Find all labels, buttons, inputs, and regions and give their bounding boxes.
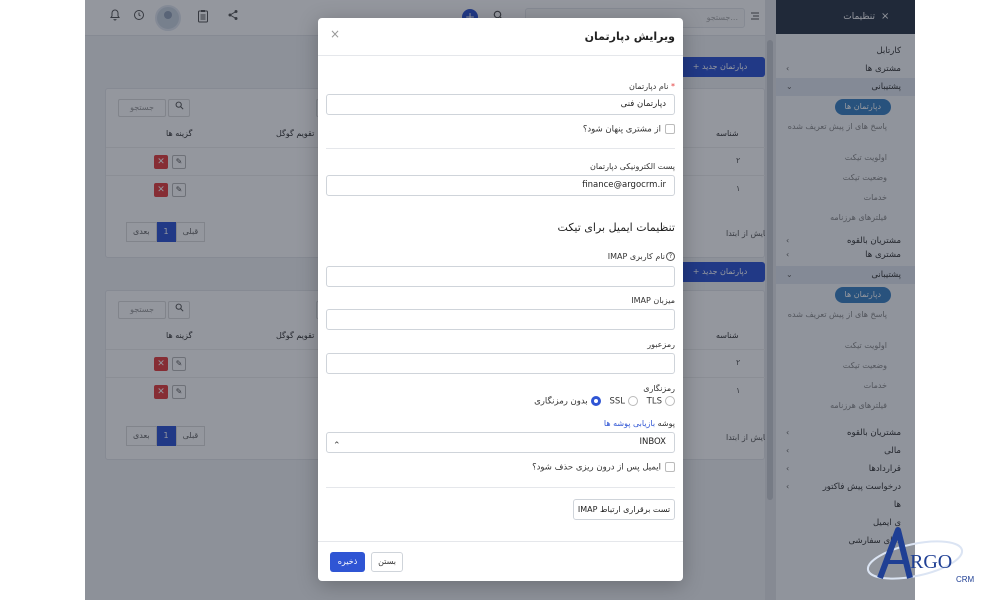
dept-name-label-text: نام دپارتمان (629, 82, 669, 91)
imap-user-label: ?نام کاربری IMAP (608, 252, 675, 261)
radio-label: TLS (646, 396, 662, 407)
modal-footer: ذخیره بستن (318, 541, 683, 581)
dept-name-label: * نام دپارتمان (629, 82, 675, 91)
logo-text: RGO (910, 551, 952, 573)
argo-logo: RGO CRM (860, 520, 980, 590)
folder-label-text: پوشه (657, 419, 675, 428)
delete-after-import-checkbox[interactable]: ایمیل پس از درون ریزی حذف شود؟ (532, 462, 675, 473)
imap-host-input[interactable] (326, 309, 675, 330)
encryption-radio-group: TLS SSL بدون رمزنگاری (528, 396, 675, 407)
imap-user-input[interactable] (326, 266, 675, 287)
imap-host-label: میزبان IMAP (631, 296, 675, 305)
help-icon[interactable]: ? (666, 252, 675, 261)
modal-title: ویرایش دپارتمان (584, 30, 675, 43)
checkbox-box[interactable] (665, 462, 675, 472)
hide-from-client-checkbox[interactable]: از مشتری پنهان شود؟ (583, 124, 675, 135)
radio-none[interactable]: بدون رمزنگاری (534, 396, 601, 407)
password-label: رمزعبور (647, 340, 675, 349)
logo-sub: CRM (956, 575, 975, 584)
close-icon[interactable]: × (328, 27, 342, 41)
radio-dot[interactable] (627, 396, 638, 406)
radio-dot[interactable] (665, 396, 675, 406)
chevron-up-icon: ⌃ (333, 441, 341, 451)
checkbox-box[interactable] (665, 124, 675, 134)
checkbox-label: ایمیل پس از درون ریزی حذف شود؟ (532, 462, 661, 473)
test-imap-button[interactable]: تست برقراری ارتباط IMAP (573, 499, 675, 520)
edit-department-modal: ویرایش دپارتمان × * نام دپارتمان دپارتما… (318, 18, 683, 581)
radio-ssl[interactable]: SSL (609, 396, 638, 407)
modal-header: ویرایش دپارتمان × (318, 18, 683, 56)
radio-label: SSL (609, 396, 625, 407)
password-input[interactable] (326, 353, 675, 374)
close-button[interactable]: بستن (371, 552, 403, 572)
dept-email-label: پست الکترونیکی دپارتمان (589, 162, 675, 171)
ticket-email-settings-title: تنظیمات ایمیل برای تیکت (557, 221, 675, 234)
dept-email-input[interactable]: finance@argocrm.ir (326, 175, 675, 196)
save-button[interactable]: ذخیره (330, 552, 365, 572)
folder-select[interactable]: INBOX ⌃ (326, 432, 675, 453)
imap-user-label-text: نام کاربری IMAP (607, 252, 665, 261)
encryption-label: رمزنگاری (643, 384, 675, 393)
retrieve-folders-link[interactable]: بازیابی پوشه ها (604, 419, 655, 428)
folder-label: پوشه بازیابی پوشه ها (604, 419, 675, 428)
folder-select-value: INBOX (639, 437, 666, 447)
divider (326, 487, 675, 488)
required-marker: * (668, 82, 675, 91)
checkbox-label: از مشتری پنهان شود؟ (582, 124, 661, 135)
radio-tls[interactable]: TLS (647, 396, 675, 407)
radio-label: بدون رمزنگاری (534, 396, 588, 407)
dept-name-input[interactable]: دپارتمان فنی (326, 94, 675, 115)
radio-dot[interactable] (590, 396, 601, 406)
divider (326, 148, 675, 149)
